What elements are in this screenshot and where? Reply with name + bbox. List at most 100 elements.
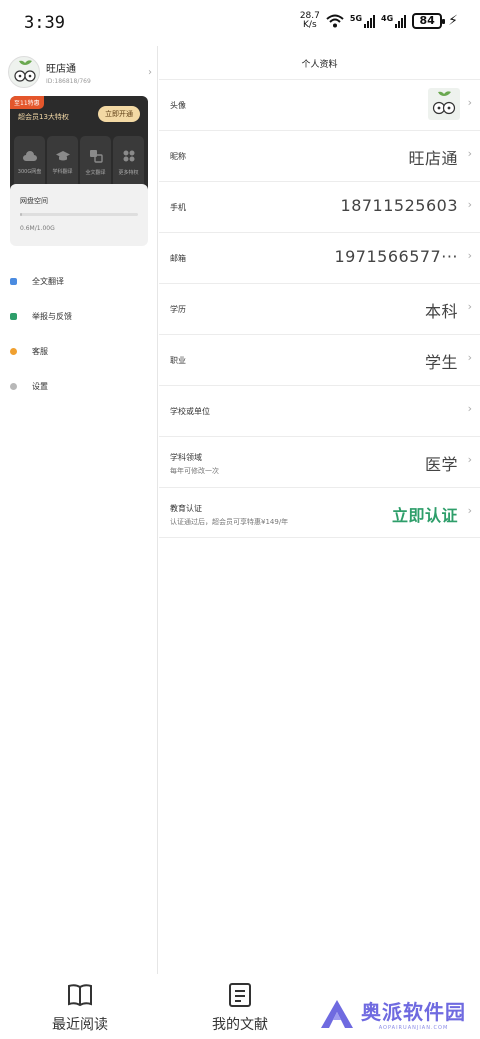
storage-title: 网盘空间	[20, 197, 48, 205]
avatar-cartoon-icon	[14, 60, 36, 82]
storage-card[interactable]: 网盘空间 0.6M/1.00G	[10, 184, 148, 246]
vip-items: 300G网盘 学科翻译 全文翻译 更多特权	[14, 136, 144, 188]
signal-4g-icon: 4G	[381, 14, 407, 28]
row-job[interactable]: 职业 学生 ›	[159, 334, 480, 385]
chevron-right-icon: ›	[467, 453, 472, 466]
customer-service-icon	[10, 348, 17, 355]
vip-item[interactable]: 300G网盘	[14, 136, 45, 188]
row-avatar[interactable]: 头像 ›	[159, 79, 480, 130]
status-time: 3:39	[24, 13, 65, 33]
status-icons: 28.7 K/s 5G 4G 84 ⚡	[300, 12, 458, 30]
chevron-right-icon: ›	[467, 96, 472, 109]
row-label: 教育认证	[170, 504, 202, 513]
row-field[interactable]: 学科领域 每年可修改一次 医学 ›	[159, 436, 480, 487]
vip-item[interactable]: 学科翻译	[47, 136, 78, 188]
vip-item[interactable]: 更多特权	[113, 136, 144, 188]
row-value: 旺店通	[408, 149, 458, 168]
row-label: 手机	[170, 203, 186, 212]
signal-5g-icon: 5G	[349, 14, 376, 28]
charging-icon: ⚡	[448, 13, 458, 29]
row-note: 认证通过后，超会员可享特惠¥149/年	[170, 518, 289, 526]
profile-name: 旺店通	[46, 63, 76, 75]
tab-my-documents[interactable]: 我的文献	[200, 982, 280, 1034]
profile-panel: 个人资料 头像 › 昵称 旺店通 › 手机 18711525603 › 邮箱 1…	[159, 46, 480, 974]
row-value: 1971566577···	[334, 247, 458, 266]
side-drawer: 旺店通 ID:186818/769 › 至11特惠 超会员13大特权 立即开通 …	[0, 46, 158, 974]
storage-progress-bar	[20, 213, 138, 216]
menu-item-settings[interactable]: 设置	[10, 369, 150, 404]
tab-recent-reading[interactable]: 最近阅读	[40, 982, 120, 1034]
chevron-right-icon: ›	[467, 147, 472, 160]
chevron-right-icon: ›	[148, 66, 152, 78]
menu-label: 全文翻译	[32, 277, 64, 286]
row-value: 医学	[424, 455, 458, 474]
row-label: 昵称	[170, 152, 186, 161]
menu-item-feedback[interactable]: 举报与反馈	[10, 299, 150, 334]
vip-item[interactable]: 全文翻译	[80, 136, 111, 188]
menu-item-service[interactable]: 客服	[10, 334, 150, 369]
translate-icon	[89, 149, 103, 163]
settings-gear-icon	[10, 383, 17, 390]
wifi-icon	[326, 14, 344, 28]
watermark-sub: AOPAIRUANJIAN.COM	[378, 1025, 449, 1031]
vip-desc: 超会员13大特权	[18, 113, 69, 121]
chevron-right-icon: ›	[467, 300, 472, 313]
menu-label: 客服	[32, 347, 48, 356]
row-nickname[interactable]: 昵称 旺店通 ›	[159, 130, 480, 181]
chevron-right-icon: ›	[467, 351, 472, 364]
tab-label: 我的文献	[212, 1017, 268, 1033]
watermark-logo-icon	[321, 999, 353, 1028]
row-value: 18711525603	[340, 196, 458, 215]
net2-label: 4G	[381, 14, 394, 23]
storage-progress-fill	[20, 213, 23, 216]
chevron-right-icon: ›	[467, 504, 472, 517]
avatar	[8, 56, 40, 88]
net-speed: 28.7 K/s	[300, 12, 320, 30]
menu-label: 设置	[32, 382, 48, 391]
vip-item-label: 全文翻译	[85, 169, 106, 176]
chevron-right-icon: ›	[467, 198, 472, 211]
drawer-menu: 全文翻译 举报与反馈 客服 设置	[10, 264, 150, 404]
verify-now-link[interactable]: 立即认证	[392, 502, 458, 526]
row-value: 本科	[424, 302, 458, 321]
profile-text: 旺店通 ID:186818/769	[46, 60, 148, 85]
translate-menu-icon	[10, 278, 17, 285]
row-label: 头像	[170, 101, 186, 110]
row-label: 邮箱	[170, 254, 186, 263]
row-education[interactable]: 学历 本科 ›	[159, 283, 480, 334]
feedback-pen-icon	[10, 313, 17, 320]
book-icon	[68, 984, 92, 1007]
profile-header[interactable]: 旺店通 ID:186818/769 ›	[8, 54, 152, 90]
chevron-right-icon: ›	[467, 402, 472, 415]
net-speed-unit: K/s	[303, 20, 317, 30]
document-list-icon	[229, 983, 251, 1007]
profile-rows: 头像 › 昵称 旺店通 › 手机 18711525603 › 邮箱 197156…	[159, 79, 480, 538]
status-bar: 3:39 28.7 K/s 5G 4G 84 ⚡	[0, 0, 480, 46]
storage-value: 0.6M/1.00G	[20, 225, 55, 232]
net1-label: 5G	[349, 14, 363, 23]
more-grid-icon	[123, 150, 134, 161]
vip-item-label: 300G网盘	[17, 168, 42, 175]
row-value: 学生	[424, 353, 458, 372]
vip-open-button[interactable]: 立即开通	[98, 106, 140, 122]
menu-label: 举报与反馈	[32, 312, 72, 321]
row-email[interactable]: 邮箱 1971566577··· ›	[159, 232, 480, 283]
row-label: 学历	[170, 305, 186, 314]
tab-label: 最近阅读	[52, 1017, 108, 1033]
row-label: 学科领域	[170, 453, 202, 462]
cloud-icon	[22, 150, 37, 161]
row-school[interactable]: 学校或单位 ›	[159, 385, 480, 436]
vip-tag: 至11特惠	[10, 96, 44, 109]
vip-item-label: 更多特权	[118, 169, 139, 176]
row-edu-cert[interactable]: 教育认证 认证通过后，超会员可享特惠¥149/年 立即认证 ›	[159, 487, 480, 538]
row-label: 学校或单位	[170, 407, 210, 416]
avatar-cartoon-icon	[432, 91, 456, 115]
battery-icon: 84	[412, 13, 446, 29]
page-title: 个人资料	[301, 60, 338, 70]
row-phone[interactable]: 手机 18711525603 ›	[159, 181, 480, 232]
menu-item-translate[interactable]: 全文翻译	[10, 264, 150, 299]
watermark: 奥派软件园 AOPAIRUANJIAN.COM	[319, 996, 466, 1031]
watermark-text: 奥派软件园	[361, 1000, 466, 1024]
graduation-cap-icon	[55, 150, 70, 160]
row-note: 每年可修改一次	[170, 467, 219, 475]
